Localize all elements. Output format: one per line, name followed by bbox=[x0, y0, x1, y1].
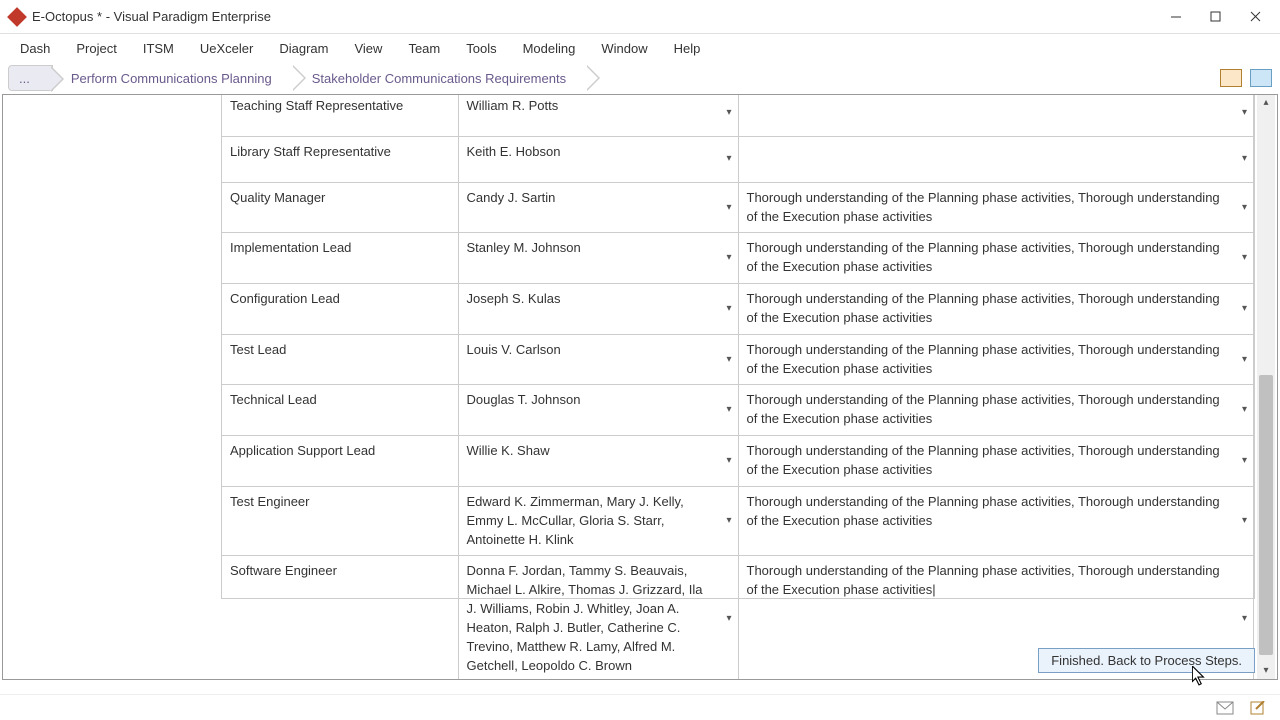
role-cell[interactable]: Library Staff Representative bbox=[222, 136, 458, 182]
requirements-cell[interactable]: Thorough understanding of the Planning p… bbox=[738, 385, 1254, 436]
name-cell[interactable]: William R. Potts bbox=[458, 94, 738, 136]
table-row[interactable]: Configuration LeadJoseph S. KulasThoroug… bbox=[222, 284, 1254, 335]
scroll-down-icon[interactable]: ▾ bbox=[1257, 663, 1275, 679]
requirements-cell[interactable]: Thorough understanding of the Planning p… bbox=[738, 486, 1254, 556]
table-row[interactable]: Library Staff RepresentativeKeith E. Hob… bbox=[222, 136, 1254, 182]
name-cell[interactable]: Willie K. Shaw bbox=[458, 436, 738, 487]
role-cell[interactable]: Technical Lead bbox=[222, 385, 458, 436]
name-cell[interactable]: Edward K. Zimmerman, Mary J. Kelly, Emmy… bbox=[458, 486, 738, 556]
vertical-scrollbar[interactable]: ▴ ▾ bbox=[1257, 95, 1275, 679]
requirements-cell[interactable] bbox=[738, 94, 1254, 136]
table-row[interactable]: Quality ManagerCandy J. SartinThorough u… bbox=[222, 182, 1254, 233]
close-icon bbox=[1250, 11, 1262, 23]
mail-icon[interactable] bbox=[1216, 701, 1234, 715]
edit-icon[interactable] bbox=[1250, 701, 1268, 715]
name-cell[interactable]: Donna F. Jordan, Tammy S. Beauvais, Mich… bbox=[458, 556, 738, 680]
role-cell[interactable]: Configuration Lead bbox=[222, 284, 458, 335]
menu-project[interactable]: Project bbox=[64, 37, 128, 60]
name-cell[interactable]: Joseph S. Kulas bbox=[458, 284, 738, 335]
breadcrumb-item-requirements[interactable]: Stakeholder Communications Requirements bbox=[294, 65, 588, 91]
menu-modeling[interactable]: Modeling bbox=[511, 37, 588, 60]
menu-uexceler[interactable]: UeXceler bbox=[188, 37, 265, 60]
requirements-cell[interactable]: Thorough understanding of the Planning p… bbox=[738, 436, 1254, 487]
name-cell[interactable]: Candy J. Sartin bbox=[458, 182, 738, 233]
name-cell[interactable]: Douglas T. Johnson bbox=[458, 385, 738, 436]
content-area: Teaching Staff RepresentativeWilliam R. … bbox=[2, 94, 1278, 680]
app-icon bbox=[7, 7, 27, 27]
table-row[interactable]: Test EngineerEdward K. Zimmerman, Mary J… bbox=[222, 486, 1254, 556]
finished-button[interactable]: Finished. Back to Process Steps. bbox=[1038, 648, 1255, 673]
scroll-thumb[interactable] bbox=[1259, 375, 1273, 655]
requirements-cell[interactable]: Thorough understanding of the Planning p… bbox=[738, 233, 1254, 284]
menu-diagram[interactable]: Diagram bbox=[267, 37, 340, 60]
requirements-cell[interactable]: Thorough understanding of the Planning p… bbox=[738, 334, 1254, 385]
role-cell[interactable]: Quality Manager bbox=[222, 182, 458, 233]
maximize-icon bbox=[1210, 11, 1222, 23]
table-row[interactable]: Technical LeadDouglas T. JohnsonThorough… bbox=[222, 385, 1254, 436]
role-cell[interactable]: Software Engineer bbox=[222, 556, 458, 680]
menu-itsm[interactable]: ITSM bbox=[131, 37, 186, 60]
status-bar bbox=[0, 694, 1280, 720]
menu-bar: Dash Project ITSM UeXceler Diagram View … bbox=[0, 34, 1280, 62]
menu-help[interactable]: Help bbox=[662, 37, 713, 60]
role-cell[interactable]: Implementation Lead bbox=[222, 233, 458, 284]
layout-icon[interactable] bbox=[1220, 69, 1242, 87]
table-row[interactable]: Implementation LeadStanley M. JohnsonTho… bbox=[222, 233, 1254, 284]
breadcrumb-root[interactable]: ... bbox=[8, 65, 53, 91]
breadcrumb-bar: ... Perform Communications Planning Stak… bbox=[0, 62, 1280, 94]
data-table: Teaching Staff RepresentativeWilliam R. … bbox=[222, 94, 1254, 680]
role-cell[interactable]: Test Lead bbox=[222, 334, 458, 385]
maximize-button[interactable] bbox=[1196, 2, 1236, 32]
minimize-button[interactable] bbox=[1156, 2, 1196, 32]
menu-view[interactable]: View bbox=[342, 37, 394, 60]
requirements-cell[interactable] bbox=[738, 136, 1254, 182]
minimize-icon bbox=[1170, 11, 1182, 23]
toolbar-right bbox=[1220, 69, 1272, 87]
role-cell[interactable]: Application Support Lead bbox=[222, 436, 458, 487]
panel-icon[interactable] bbox=[1250, 69, 1272, 87]
name-cell[interactable]: Stanley M. Johnson bbox=[458, 233, 738, 284]
breadcrumb-item-planning[interactable]: Perform Communications Planning bbox=[53, 65, 294, 91]
name-cell[interactable]: Louis V. Carlson bbox=[458, 334, 738, 385]
scroll-up-icon[interactable]: ▴ bbox=[1257, 95, 1275, 111]
requirements-cell[interactable]: Thorough understanding of the Planning p… bbox=[738, 284, 1254, 335]
window-title: E-Octopus * - Visual Paradigm Enterprise bbox=[32, 9, 1156, 24]
breadcrumb: ... Perform Communications Planning Stak… bbox=[8, 62, 588, 94]
role-cell[interactable]: Test Engineer bbox=[222, 486, 458, 556]
table-row[interactable]: Application Support LeadWillie K. ShawTh… bbox=[222, 436, 1254, 487]
title-bar: E-Octopus * - Visual Paradigm Enterprise bbox=[0, 0, 1280, 34]
requirements-cell[interactable]: Thorough understanding of the Planning p… bbox=[738, 182, 1254, 233]
stakeholder-table: Teaching Staff RepresentativeWilliam R. … bbox=[221, 94, 1255, 599]
close-button[interactable] bbox=[1236, 2, 1276, 32]
table-row[interactable]: Test LeadLouis V. CarlsonThorough unders… bbox=[222, 334, 1254, 385]
menu-dash[interactable]: Dash bbox=[8, 37, 62, 60]
name-cell[interactable]: Keith E. Hobson bbox=[458, 136, 738, 182]
menu-window[interactable]: Window bbox=[589, 37, 659, 60]
menu-team[interactable]: Team bbox=[396, 37, 452, 60]
table-row[interactable]: Teaching Staff RepresentativeWilliam R. … bbox=[222, 94, 1254, 136]
menu-tools[interactable]: Tools bbox=[454, 37, 508, 60]
role-cell[interactable]: Teaching Staff Representative bbox=[222, 94, 458, 136]
footer-buttons: Finished. Back to Process Steps. bbox=[1038, 648, 1255, 673]
